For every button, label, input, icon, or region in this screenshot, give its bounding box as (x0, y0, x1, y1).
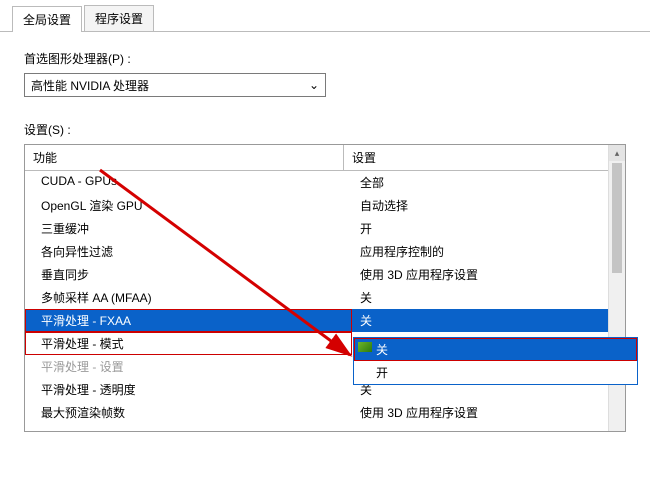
settings-label: 设置(S) : (24, 121, 626, 138)
grid-header: 功能 设置 (25, 145, 625, 171)
row-feature: 平滑处理 - 设置 (25, 355, 352, 378)
grid-row: 各向异性过滤应用程序控制的 (25, 240, 625, 263)
row-feature[interactable]: 三重缓冲 (25, 217, 352, 240)
row-feature[interactable]: 垂直同步 (25, 263, 352, 286)
scrollbar-thumb[interactable] (612, 163, 622, 273)
row-value[interactable]: 关 (352, 286, 625, 309)
row-value[interactable]: 使用 3D 应用程序设置 (352, 263, 625, 286)
dropdown-option[interactable]: 开 (354, 361, 637, 384)
preferred-gpu-select[interactable]: 高性能 NVIDIA 处理器 ⌄ (24, 73, 326, 97)
grid-row: 最大预渲染帧数使用 3D 应用程序设置 (25, 401, 625, 424)
grid-row-selected: 平滑处理 - FXAA关 (25, 309, 625, 332)
scroll-up-icon[interactable]: ▴ (609, 145, 625, 161)
grid-row: 垂直同步使用 3D 应用程序设置 (25, 263, 625, 286)
tab-global-settings[interactable]: 全局设置 (12, 6, 82, 32)
dropdown-option[interactable]: 关 (354, 338, 637, 361)
main-tabs: 全局设置 程序设置 (0, 0, 650, 32)
settings-window: 全局设置 程序设置 首选图形处理器(P) : 高性能 NVIDIA 处理器 ⌄ … (0, 0, 650, 500)
row-value[interactable]: 自动选择 (352, 194, 625, 217)
preferred-gpu-value: 高性能 NVIDIA 处理器 (31, 77, 149, 94)
row-value[interactable]: 应用程序控制的 (352, 240, 625, 263)
chevron-down-icon: ⌄ (307, 78, 321, 92)
tab-program-settings[interactable]: 程序设置 (84, 5, 154, 31)
settings-grid: 功能 设置 CUDA - GPUs全部 OpenGL 渲染 GPU自动选择 三重… (24, 144, 626, 432)
row-feature[interactable]: 平滑处理 - 模式 (25, 332, 352, 355)
row-feature[interactable]: 各向异性过滤 (25, 240, 352, 263)
row-feature[interactable]: 平滑处理 - 透明度 (25, 378, 352, 401)
row-value[interactable]: 全部 (352, 171, 625, 194)
row-value[interactable]: 关 (352, 309, 625, 332)
grid-row: CUDA - GPUs全部 (25, 171, 625, 194)
header-feature: 功能 (25, 145, 344, 170)
preferred-gpu-label: 首选图形处理器(P) : (24, 50, 626, 67)
value-dropdown[interactable]: 关 开 (353, 337, 638, 385)
row-feature[interactable]: 多帧采样 AA (MFAA) (25, 286, 352, 309)
row-value[interactable]: 开 (352, 217, 625, 240)
row-feature[interactable]: CUDA - GPUs (25, 171, 352, 194)
row-value[interactable]: 使用 3D 应用程序设置 (352, 401, 625, 424)
nvidia-icon (358, 342, 372, 352)
header-setting: 设置 (344, 145, 625, 170)
row-feature[interactable]: 最大预渲染帧数 (25, 401, 352, 424)
content-area: 首选图形处理器(P) : 高性能 NVIDIA 处理器 ⌄ 设置(S) : 功能… (0, 32, 650, 444)
grid-row: 三重缓冲开 (25, 217, 625, 240)
grid-row: 多帧采样 AA (MFAA)关 (25, 286, 625, 309)
row-feature[interactable]: OpenGL 渲染 GPU (25, 194, 352, 217)
grid-row: OpenGL 渲染 GPU自动选择 (25, 194, 625, 217)
row-feature[interactable]: 平滑处理 - FXAA (25, 309, 352, 332)
grid-scrollbar[interactable]: ▴ (608, 145, 625, 431)
